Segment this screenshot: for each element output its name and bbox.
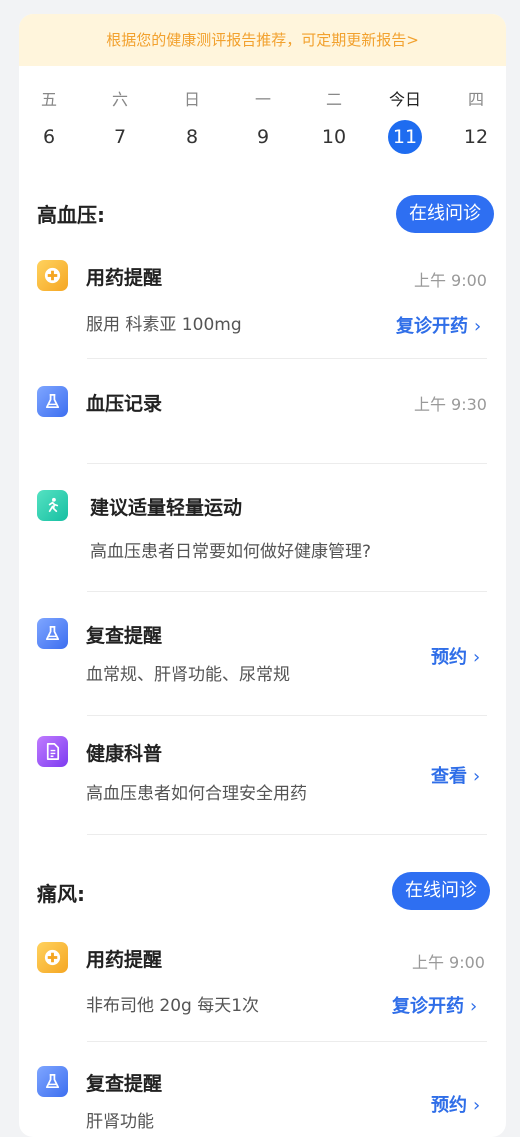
link-label: 复诊开药 <box>396 316 468 337</box>
item-title: 建议适量轻量运动 <box>90 497 243 519</box>
pill-plus-icon <box>37 260 68 291</box>
date-number: 10 <box>321 126 347 148</box>
item-title: 健康科普 <box>86 743 163 765</box>
appointment-link[interactable]: 预约 › <box>431 1091 480 1117</box>
link-label: 预约 <box>431 1095 467 1116</box>
pill-plus-icon <box>37 942 68 973</box>
item-time: 上午 9:00 <box>413 271 487 290</box>
chevron-right-icon: › <box>473 1095 481 1116</box>
chevron-right-icon: › <box>470 996 478 1017</box>
date-number: 7 <box>113 126 127 148</box>
weekday-label: 六 <box>111 90 128 109</box>
online-consult-button[interactable]: 在线问诊 <box>396 195 494 233</box>
link-label: 预约 <box>431 647 467 668</box>
chevron-right-icon: › <box>473 647 481 668</box>
weekday-label: 日 <box>183 90 200 109</box>
item-description: 肝肾功能 <box>86 1112 154 1132</box>
section-title-hypertension: 高血压: <box>37 203 105 227</box>
item-title: 复查提醒 <box>86 625 163 647</box>
flask-icon <box>37 386 68 417</box>
item-time: 上午 9:00 <box>411 953 485 972</box>
health-plan-card: 根据您的健康测评报告推荐，可定期更新报告> 五 6 六 7 日 8 一 9 二 … <box>19 14 506 1137</box>
appointment-link[interactable]: 预约 › <box>431 643 480 669</box>
divider <box>87 1041 487 1042</box>
item-title: 用药提醒 <box>86 949 163 971</box>
flask-icon <box>37 1066 68 1097</box>
date-number: 8 <box>185 126 199 148</box>
date-number-selected: 11 <box>388 120 422 154</box>
section-title-gout: 痛风: <box>37 882 85 906</box>
date-number: 6 <box>42 126 56 148</box>
divider <box>87 834 487 835</box>
item-time: 上午 9:30 <box>413 395 487 414</box>
item-description: 服用 科素亚 100mg <box>86 315 242 335</box>
item-title: 血压记录 <box>86 393 163 415</box>
chevron-right-icon: › <box>473 766 481 787</box>
date-number: 12 <box>463 126 489 148</box>
item-description: 高血压患者如何合理安全用药 <box>86 784 307 804</box>
weekday-label: 五 <box>40 90 57 109</box>
item-title: 复查提醒 <box>86 1073 163 1095</box>
view-article-link[interactable]: 查看 › <box>431 762 480 788</box>
weekday-label: 一 <box>254 90 271 109</box>
divider <box>87 358 487 359</box>
renew-prescription-link[interactable]: 复诊开药 › <box>396 312 481 338</box>
divider <box>87 715 487 716</box>
date-number: 9 <box>256 126 270 148</box>
weekday-label: 四 <box>467 90 484 109</box>
document-icon <box>37 736 68 767</box>
week-calendar: 五 6 六 7 日 8 一 9 二 10 今日 11 四 12 <box>19 86 506 166</box>
divider <box>87 463 487 464</box>
running-icon <box>37 490 68 521</box>
item-description[interactable]: 高血压患者日常要如何做好健康管理? <box>90 537 371 562</box>
item-description: 非布司他 20g 每天1次 <box>86 996 260 1016</box>
link-label: 查看 <box>431 766 467 787</box>
renew-prescription-link[interactable]: 复诊开药 › <box>392 992 477 1018</box>
item-description: 血常规、肝肾功能、尿常规 <box>86 665 290 685</box>
weekday-label: 二 <box>325 90 342 109</box>
online-consult-button[interactable]: 在线问诊 <box>392 872 490 910</box>
weekday-label: 今日 <box>388 90 421 109</box>
report-banner[interactable]: 根据您的健康测评报告推荐，可定期更新报告> <box>19 14 506 66</box>
chevron-right-icon: › <box>474 316 482 337</box>
flask-icon <box>37 618 68 649</box>
divider <box>87 591 487 592</box>
link-label: 复诊开药 <box>392 996 464 1017</box>
item-title: 用药提醒 <box>86 267 163 289</box>
